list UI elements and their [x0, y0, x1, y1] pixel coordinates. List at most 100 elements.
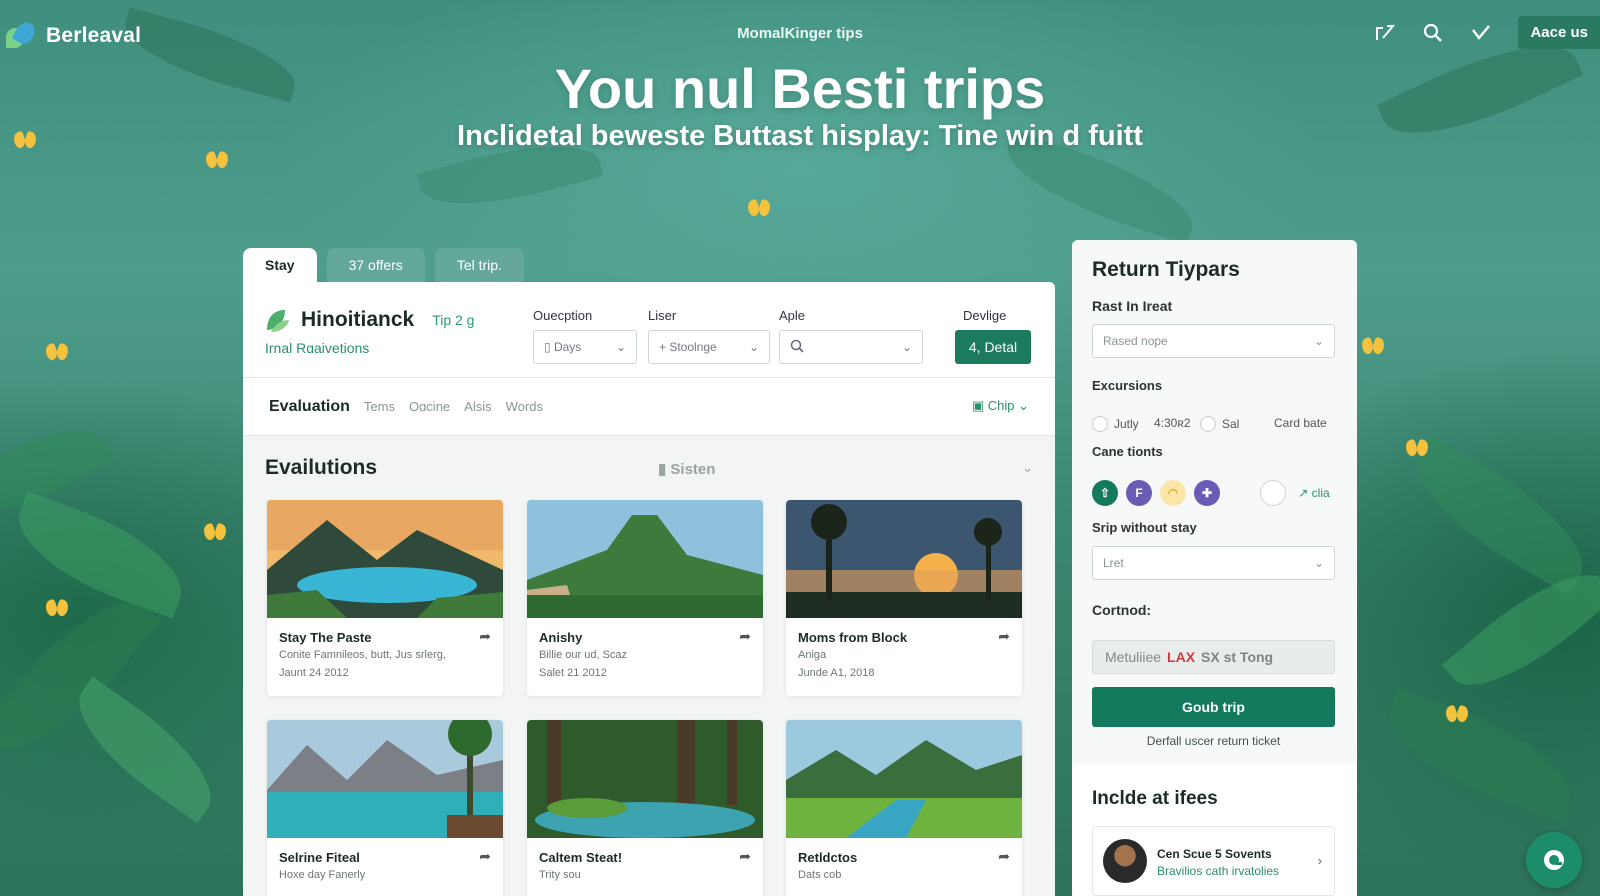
share-icon[interactable]: ➦ [998, 848, 1010, 865]
card-date: Jaunt 24 2012 [279, 667, 349, 679]
days-select[interactable]: ▯ Days ⌄ [533, 330, 637, 364]
main-panel: Hinoitianck Tip 2 g Irnal Rɑaivetions Ou… [243, 282, 1055, 896]
card-title: Moms from Block [798, 630, 908, 645]
tab-stay[interactable]: Stay [243, 248, 317, 282]
chevron-down-icon: ⌄ [1313, 556, 1324, 570]
cortnod-prefix: Metuliiee [1105, 649, 1162, 665]
srip-select-value: Lret [1103, 556, 1124, 570]
bag-icon: ▣ [971, 398, 988, 413]
stoolnge-select[interactable]: + Stoolnge ⌄ [648, 330, 770, 364]
filter-label-devlige: Devlige [963, 308, 1007, 323]
chevron-down-icon: ⌄ [1313, 334, 1324, 348]
radio-jutly-label: Jutly [1114, 417, 1139, 431]
cortnod-label: Cortnod: [1092, 602, 1152, 618]
radio-time: 4:30ʀ2 [1154, 416, 1191, 430]
sidebar-title: Return Tiypars [1092, 258, 1240, 281]
card-image-alpine-lake [267, 720, 503, 838]
cane-icon-f[interactable]: F [1126, 480, 1152, 506]
filter-label-liser: Liser [648, 308, 677, 323]
aple-search-select[interactable]: ⌄ [779, 330, 923, 364]
card-description: Dats cob [798, 869, 842, 881]
subnav-item-tems[interactable]: Tems [364, 399, 395, 414]
trip-card[interactable]: Caltem Steat! ➦ Trity sou [527, 720, 763, 896]
cane-link[interactable]: ↗ clia [1294, 480, 1334, 506]
chevron-down-icon[interactable]: ⌄ [1022, 460, 1033, 476]
panel-brand-sub[interactable]: Irnal Rɑaivetions [265, 340, 369, 356]
radio-circle [1200, 416, 1216, 432]
share-icon[interactable]: ➦ [998, 628, 1010, 645]
person-card[interactable]: Cen Scue 5 Sovents Bravilios cath irvato… [1092, 826, 1335, 896]
tab-tel-trip[interactable]: Tel trip. [434, 248, 524, 282]
rast-label: Rast In Ireat [1092, 298, 1173, 314]
include-section: Inclde at ifees Cen Scue 5 Sovents Bravi… [1072, 764, 1357, 896]
cortnod-field[interactable]: Metuliiee LAX SX st Tong [1092, 640, 1335, 674]
card-description: Hoxe day Fanerly [279, 869, 366, 881]
hero-subtitle: Inclidetal beweste Buttast hisplay: Tine… [457, 120, 1143, 152]
goub-trip-button[interactable]: Goub trip [1092, 687, 1335, 727]
share-icon[interactable]: ➦ [479, 628, 491, 645]
stoolnge-select-value: Stoolnge [669, 340, 717, 354]
person-subtitle: Bravilios cath irvatolies [1157, 864, 1280, 878]
card-image-valley-river [786, 720, 1022, 838]
trip-card[interactable]: Retldctos ➦ Dats cob [786, 720, 1022, 896]
share-icon[interactable]: ➦ [479, 848, 491, 865]
evaluation-subnav: Evaluation Tems Oɑcine Alsis Words ▣ Chi… [243, 378, 1055, 436]
leaf-brand-icon [267, 310, 289, 332]
panel-brand-name: Hinoitianck [301, 308, 415, 331]
card-description: Trity sou [539, 869, 581, 881]
person-name: Cen Scue 5 Sovents [1157, 847, 1272, 861]
chip-label: Chip [987, 398, 1015, 413]
avatar [1103, 839, 1147, 883]
trip-card[interactable]: Anishy ➦ Billie our ud, Scaz Salet 21 20… [527, 500, 763, 696]
subnav-evaluation[interactable]: Evaluation [269, 398, 350, 416]
return-sidebar: Return Tiypars Rast In Ireat Rased nope … [1072, 240, 1357, 896]
cane-label: Cane tionts [1092, 444, 1163, 459]
hero-title: You nul Besti trips [554, 57, 1046, 120]
chat-bubble-button[interactable] [1526, 832, 1582, 888]
detail-button[interactable]: 4, Detal [955, 330, 1031, 364]
trip-card[interactable]: Selrine Fiteal ➦ Hoxe day Fanerly [267, 720, 503, 896]
search-icon [790, 339, 804, 356]
excursions-label: Excursions [1092, 378, 1163, 393]
card-description: Billie our ud, Scaz [539, 649, 628, 661]
section-sisten[interactable]: ▮ Sisten [658, 460, 715, 478]
plus-icon: + [659, 340, 670, 354]
contact-button[interactable]: Aace us [1518, 16, 1600, 49]
trip-card[interactable]: Moms from Block ➦ Aniga Junde A1, 2018 [786, 500, 1022, 696]
card-image-forest-stream [527, 720, 763, 838]
radio-sal[interactable]: Sal [1200, 416, 1239, 432]
tab-offers[interactable]: 37 offers [326, 248, 425, 282]
card-date-label: Card bate [1274, 416, 1327, 430]
share-icon[interactable]: ➦ [739, 848, 751, 865]
top-center-link[interactable]: MomalKinger tips [0, 25, 1600, 42]
share-icon[interactable]: ➦ [739, 628, 751, 645]
trip-card[interactable]: Stay The Paste ➦ Conite Famnileos, butt,… [267, 500, 503, 696]
cane-icon-upload[interactable]: ⇧ [1092, 480, 1118, 506]
panel-brand-tip[interactable]: Tip 2 g [432, 312, 474, 328]
cortnod-rest: SX st Tong [1201, 649, 1274, 665]
subnav-item-words[interactable]: Words [506, 399, 543, 414]
card-description: Aniga [798, 649, 827, 661]
days-select-value: Days [553, 340, 582, 354]
card-description: Conite Famnileos, butt, Jus srlerg, [279, 649, 446, 661]
cortnod-code: LAX [1167, 649, 1196, 665]
chip-dropdown[interactable]: ▣ Chip ⌄ [972, 398, 1029, 414]
card-title: Selrine Fiteal [279, 850, 360, 865]
srip-label: Srip without stay [1092, 520, 1197, 535]
subnav-item-alsis[interactable]: Alsis [464, 399, 491, 414]
cane-icon-plus[interactable]: ✚ [1194, 480, 1220, 506]
card-image-green-volcano [527, 500, 763, 618]
edit-icon[interactable] [1374, 22, 1396, 44]
cane-icon-empty[interactable] [1260, 480, 1286, 506]
card-image-palm-sunset [786, 500, 1022, 618]
radio-circle [1092, 416, 1108, 432]
srip-select[interactable]: Lret ⌄ [1092, 546, 1335, 580]
check-icon[interactable] [1470, 22, 1492, 44]
cane-icon-chat[interactable]: ◠ [1160, 480, 1186, 506]
main-tabs: Stay 37 offers Tel trip. [243, 248, 524, 282]
rast-select[interactable]: Rased nope ⌄ [1092, 324, 1335, 358]
subnav-item-ocine[interactable]: Oɑcine [409, 399, 450, 414]
search-icon[interactable] [1422, 22, 1444, 44]
card-title: Anishy [539, 630, 583, 645]
radio-jutly[interactable]: Jutly [1092, 416, 1139, 432]
